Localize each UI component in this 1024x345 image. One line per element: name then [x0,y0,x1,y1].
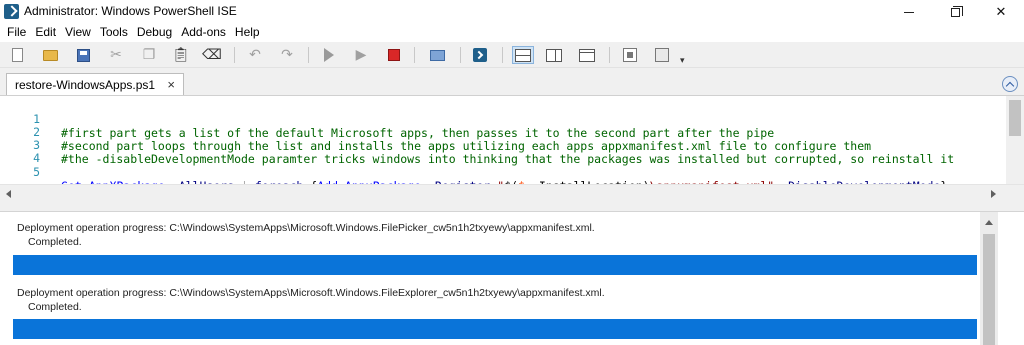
snippets-icon [623,48,637,62]
tab-label: restore-WindowsApps.ps1 [15,78,156,92]
powershell-ise-icon [4,4,19,19]
toolbar-separator [414,47,415,63]
run-selection-button[interactable]: ▶ [352,46,370,64]
undo-icon: ↶ [249,47,261,63]
tab-strip: restore-WindowsApps.ps1 × [0,68,1024,96]
toolbar-separator [502,47,503,63]
progress-status: Completed. [28,301,82,313]
start-powershell-button[interactable] [471,46,489,64]
scroll-right-icon[interactable] [991,190,996,198]
maximize-button[interactable] [932,0,978,24]
new-remote-tab-icon [429,49,445,61]
line-number: 5 [33,165,40,179]
progress-status: Completed. [28,236,82,248]
tab-restore-windowsapps[interactable]: restore-WindowsApps.ps1 × [6,73,184,96]
code-line-2: 2 #second part loops through the list an… [0,111,871,153]
layout-top-button[interactable] [512,46,534,64]
addon-icon [655,48,669,62]
paste-button[interactable]: 📋︎ [172,46,190,64]
run-icon [324,48,334,62]
menu-bar: File Edit View Tools Debug Add-ons Help [0,24,1024,42]
open-icon [42,49,58,61]
powershell-icon [473,48,487,62]
toolbar-separator [460,47,461,63]
run-script-button[interactable] [320,46,338,64]
scrollbar-thumb[interactable] [983,234,995,345]
code-comment: #the -disableDevelopmentMode paramter tr… [61,152,955,166]
paste-icon: 📋︎ [172,47,190,63]
collapse-script-pane-icon[interactable] [1002,76,1018,92]
progress-bar [13,255,977,275]
code-comment: #first part gets a list of the default M… [61,126,775,140]
minimize-icon [904,11,914,13]
minimize-button[interactable] [886,0,932,24]
progress-bar [13,319,977,339]
clear-console-button[interactable]: ⌫ [202,46,222,64]
open-button[interactable] [41,46,59,64]
editor-horizontal-scrollbar[interactable] [0,184,1024,202]
menu-debug[interactable]: Debug [133,24,177,42]
console-pane[interactable]: Deployment operation progress: C:\Window… [0,212,1024,345]
close-tab-icon[interactable]: × [167,77,175,92]
toolbar-separator [234,47,235,63]
menu-edit[interactable]: Edit [31,24,61,42]
toolbar: ✂ ❐ 📋︎ ⌫ ↶ ↷ ▶ ▾ [0,42,1024,68]
cut-button[interactable]: ✂ [107,46,125,64]
toolbar-separator [308,47,309,63]
copy-icon: ❐ [142,47,156,63]
progress-label: Deployment operation progress: C:\Window… [17,287,605,299]
menu-addons[interactable]: Add-ons [177,24,231,42]
layout-right-icon [546,48,562,62]
addon-button[interactable] [653,46,671,64]
code-line-1: 1 #first part gets a list of the default… [0,98,774,140]
save-button[interactable] [74,46,92,64]
scroll-up-icon[interactable] [985,220,993,225]
pane-splitter[interactable] [0,202,1024,212]
console-vertical-scrollbar[interactable] [980,212,998,345]
redo-button[interactable]: ↷ [278,46,296,64]
snippets-button[interactable] [621,46,639,64]
layout-right-button[interactable] [545,46,563,64]
undo-button[interactable]: ↶ [246,46,264,64]
toolbar-separator [609,47,610,63]
title-bar: Administrator: Windows PowerShell ISE ✕ [0,0,1024,24]
menu-tools[interactable]: Tools [96,24,133,42]
menu-file[interactable]: File [3,24,31,42]
stop-button[interactable] [385,46,403,64]
menu-view[interactable]: View [61,24,96,42]
layout-max-button[interactable] [578,46,596,64]
editor-vertical-scrollbar[interactable] [1006,96,1024,184]
new-file-button[interactable] [8,46,26,64]
progress-label: Deployment operation progress: C:\Window… [17,222,595,234]
code-line-5: 5 Get-AppXPackage -AllUsers | foreach {A… [0,151,947,193]
scrollbar-thumb[interactable] [1009,100,1021,136]
run-selection-icon: ▶ [355,47,367,63]
cut-icon: ✂ [110,47,122,63]
save-icon [76,48,90,62]
code-comment: #second part loops through the list and … [61,139,872,153]
scroll-left-icon[interactable] [6,190,11,198]
new-remote-tab-button[interactable] [428,46,446,64]
new-file-icon [11,48,23,62]
close-window-button[interactable]: ✕ [978,0,1024,24]
layout-top-icon [515,48,531,62]
code-line-3: 3 #the -disableDevelopmentMode paramter … [0,124,954,166]
restore-icon [950,5,963,17]
menu-help[interactable]: Help [231,24,265,42]
clear-icon: ⌫ [202,47,222,63]
redo-icon: ↷ [281,47,293,63]
window-title: Administrator: Windows PowerShell ISE [24,4,237,18]
stop-icon [388,49,400,61]
layout-max-icon [579,48,595,62]
toolbar-overflow-icon[interactable]: ▾ [680,55,685,66]
copy-button[interactable]: ❐ [140,46,158,64]
code-line-4: 4 [0,137,40,165]
close-icon: ✕ [995,4,1007,19]
